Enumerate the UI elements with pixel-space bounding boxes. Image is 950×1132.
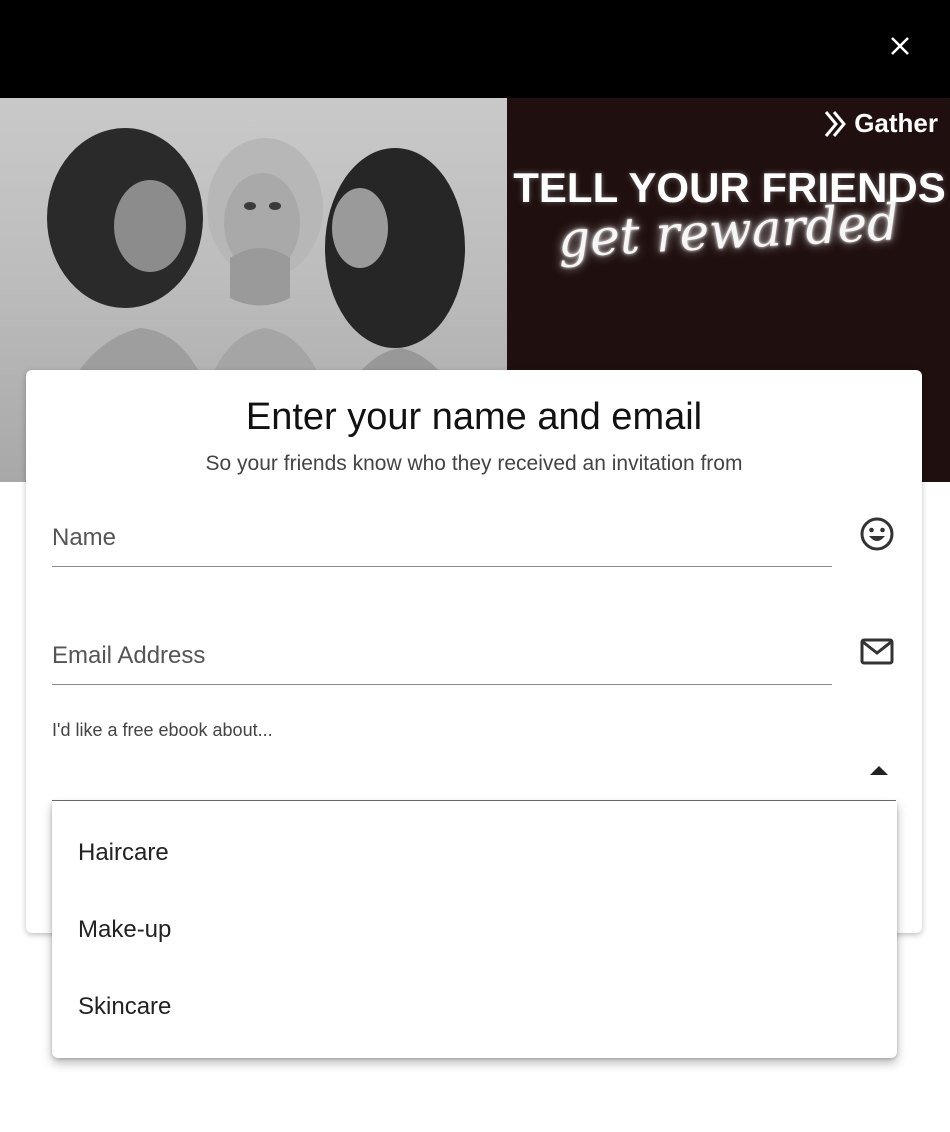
brand-logo: Gather [822,108,938,139]
close-button[interactable] [880,26,920,66]
menu-item-skincare[interactable]: Skincare [52,968,897,1045]
name-field [52,510,832,567]
close-icon [891,37,909,55]
gather-chevrons-icon [825,110,847,137]
menu-item-haircare[interactable]: Haircare [52,814,897,891]
ebook-select-label: I'd like a free ebook about... [52,720,273,740]
card-title: Enter your name and email [245,396,703,438]
name-input[interactable] [52,524,832,552]
menu-item-make-up[interactable]: Make-up [52,891,897,968]
card-subtitle: So your friends know who they received a… [205,452,743,475]
smiley-icon [860,517,894,551]
top-bar [0,0,950,98]
ebook-options-menu: Haircare Make-up Skincare [52,801,897,1058]
chevron-up-icon [870,766,888,775]
email-input[interactable] [52,642,832,670]
brand-name: Gather [854,108,938,138]
mail-icon [860,638,894,665]
ebook-select[interactable] [52,750,896,802]
email-field [52,628,832,685]
